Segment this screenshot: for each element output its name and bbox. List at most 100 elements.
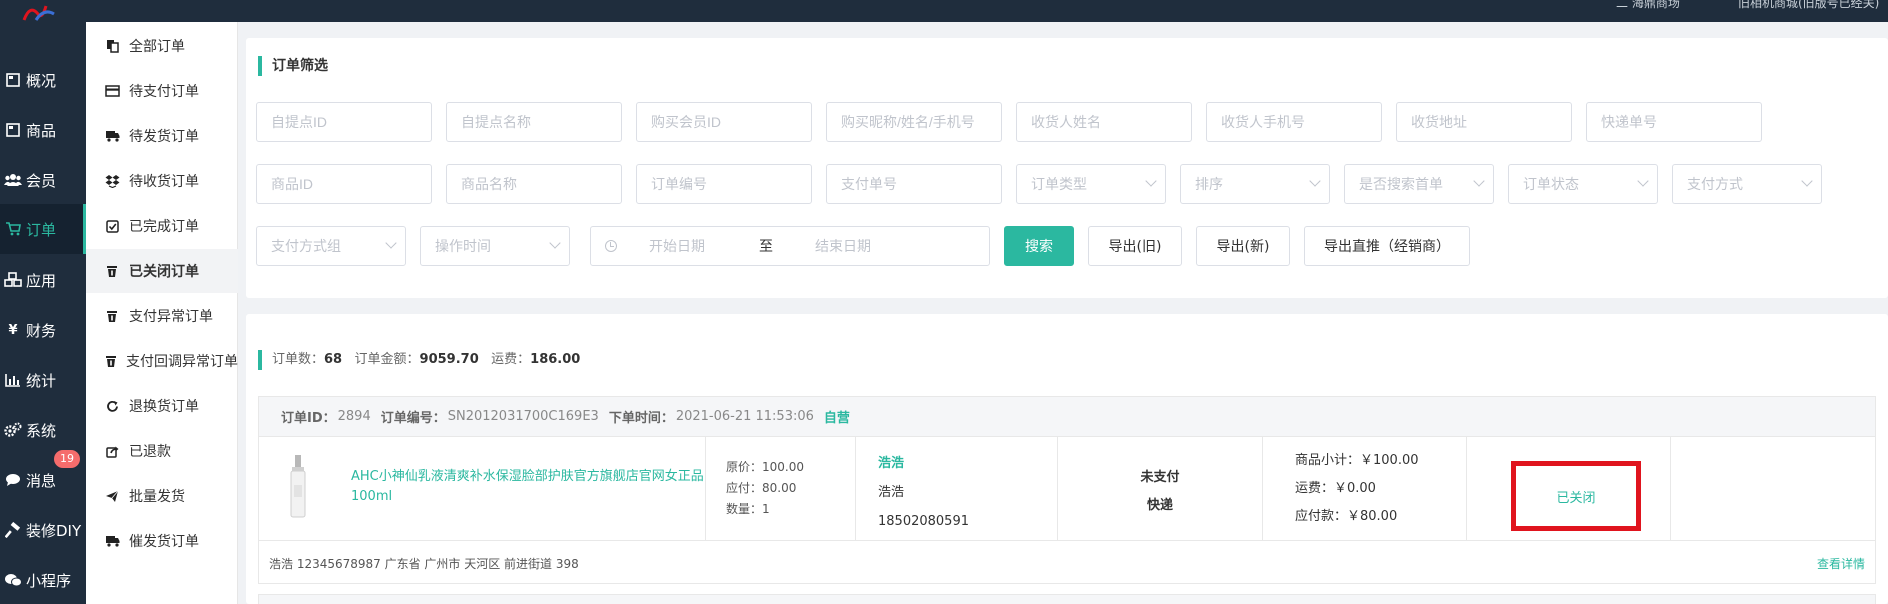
submenu-label: 已关闭订单 <box>129 264 199 280</box>
nav-item-miniprogram[interactable]: 小程序 <box>0 556 86 604</box>
goods-icon <box>2 121 24 139</box>
check-square-icon <box>104 218 120 234</box>
nav-item-finance[interactable]: ¥ 财务 <box>0 306 86 354</box>
submenu-pending-payment[interactable]: 待支付订单 <box>86 69 238 113</box>
freight-total: 186.00 <box>530 352 581 367</box>
export-old-button[interactable]: 导出(旧) <box>1088 226 1182 266</box>
nav-item-label: 消息 <box>26 471 57 490</box>
date-end-input[interactable]: 结束日期 <box>815 236 871 256</box>
delivery-method: 快递 <box>1146 498 1173 513</box>
dashboard-icon <box>2 71 24 89</box>
nav-item-members[interactable]: 会员 <box>0 156 86 204</box>
apps-icon <box>2 271 24 289</box>
tracking-number-input[interactable]: 快递单号 <box>1586 102 1762 142</box>
select-value: 支付方式 <box>1687 176 1743 192</box>
submenu-closed-orders[interactable]: 已关闭订单 <box>86 249 238 293</box>
payment-sn-input[interactable]: 支付单号 <box>826 164 1002 204</box>
submenu-completed[interactable]: 已完成订单 <box>86 204 238 248</box>
price-cell: 原价：100.00 应付：80.00 数量：1 <box>706 437 856 541</box>
first-order-select[interactable]: 是否搜索首单 <box>1344 164 1494 204</box>
buyer-cell: 浩浩 浩浩 18502080591 <box>856 437 1058 541</box>
buyer-nickname-link[interactable]: 浩浩 <box>878 449 969 478</box>
order-status-select[interactable]: 订单状态 <box>1508 164 1658 204</box>
receiver-address-input[interactable]: 收货地址 <box>1396 102 1572 142</box>
view-details-link[interactable]: 查看详情 <box>1817 555 1865 572</box>
chevron-down-icon <box>385 237 397 249</box>
amount-due: 应付款：￥80.00 <box>1295 509 1398 524</box>
submenu-label: 待发货订单 <box>129 129 199 145</box>
sort-select[interactable]: 排序 <box>1180 164 1330 204</box>
submenu-label: 催发货订单 <box>129 534 199 550</box>
submenu-all-orders[interactable]: 全部订单 <box>86 24 238 68</box>
freight-label: 运费： <box>491 352 531 367</box>
submenu-batch-shipping[interactable]: 批量发货 <box>86 474 238 518</box>
status-cell: 已关闭 <box>1467 437 1671 541</box>
submenu-label: 已完成订单 <box>129 219 199 235</box>
order-time: 2021-06-21 11:53:06 <box>675 409 814 424</box>
top-bar-shop-link[interactable]: 二 海鼎商场 <box>1616 0 1680 11</box>
date-separator: 至 <box>759 238 773 254</box>
goods-subtotal: 商品小计：￥100.00 <box>1295 453 1419 468</box>
search-button[interactable]: 搜索 <box>1004 226 1074 266</box>
nav-item-diy[interactable]: 装修DIY <box>0 506 86 554</box>
cart-icon <box>2 220 24 238</box>
nav-item-stats[interactable]: 统计 <box>0 356 86 404</box>
submenu-payment-exception[interactable]: 支付异常订单 <box>86 294 238 338</box>
submenu-callback-exception[interactable]: 支付回调异常订单 <box>86 339 238 383</box>
buyer-nickname-input[interactable]: 购买昵称/姓名/手机号 <box>826 102 1002 142</box>
submenu-returns[interactable]: 退换货订单 <box>86 384 238 428</box>
submenu-pending-shipment[interactable]: 待发货订单 <box>86 114 238 158</box>
select-value: 订单状态 <box>1523 176 1579 192</box>
nav-item-orders[interactable]: 订单 <box>0 204 86 254</box>
chevron-down-icon <box>1309 175 1321 187</box>
receiver-name-input[interactable]: 收货人姓名 <box>1016 102 1192 142</box>
select-value: 订单类型 <box>1031 176 1087 192</box>
date-start-input[interactable]: 开始日期 <box>649 236 759 256</box>
submenu-urge-shipment[interactable]: 催发货订单 <box>86 519 238 563</box>
export-direct-button[interactable]: 导出直推（经销商） <box>1304 226 1470 266</box>
goods-name-input[interactable]: 商品名称 <box>446 164 622 204</box>
copy-icon <box>104 38 120 54</box>
brand-logo[interactable] <box>16 0 62 22</box>
shipping-address: 浩浩 12345678987 广东省 广州市 天河区 前进街道 398 <box>269 556 579 571</box>
order-type-select[interactable]: 订单类型 <box>1016 164 1166 204</box>
payment-info: 未支付 快递 <box>1058 464 1262 520</box>
payment-method-select[interactable]: 支付方式 <box>1672 164 1822 204</box>
date-range-picker[interactable]: 开始日期 至 结束日期 <box>590 226 990 266</box>
order-card-body: AHC小神仙乳液清爽补水保湿脸部护肤官方旗舰店官网女正品100ml 原价：100… <box>259 437 1875 541</box>
nav-item-messages[interactable]: 消息 19 <box>0 450 86 504</box>
nav-item-label: 小程序 <box>26 571 72 590</box>
nav-item-label: 会员 <box>26 171 57 190</box>
export-new-button[interactable]: 导出(新) <box>1196 226 1290 266</box>
nav-item-label: 商品 <box>26 121 57 140</box>
trash-icon <box>104 263 120 279</box>
order-sn-input[interactable]: 订单编号 <box>636 164 812 204</box>
product-name-link[interactable]: AHC小神仙乳液清爽补水保湿脸部护肤官方旗舰店官网女正品100ml <box>351 467 711 507</box>
submenu-refunded[interactable]: 已退款 <box>86 429 238 473</box>
receiver-phone-input[interactable]: 收货人手机号 <box>1206 102 1382 142</box>
order-count: 68 <box>324 352 343 367</box>
pickup-id-input[interactable]: 自提点ID <box>256 102 432 142</box>
chevron-down-icon <box>1637 175 1649 187</box>
nav-item-overview[interactable]: 概况 <box>0 56 86 104</box>
nav-item-goods[interactable]: 商品 <box>0 106 86 154</box>
dropbox-icon <box>104 173 120 189</box>
nav-item-apps[interactable]: 应用 <box>0 256 86 304</box>
top-bar-account[interactable]: 旧相机商城(旧版号已经关) <box>1738 0 1879 11</box>
nav-item-system[interactable]: 系统 <box>0 406 86 454</box>
pickup-name-input[interactable]: 自提点名称 <box>446 102 622 142</box>
product-image[interactable] <box>287 455 309 519</box>
payment-group-select[interactable]: 支付方式组 <box>256 226 406 266</box>
product-cell: AHC小神仙乳液清爽补水保湿脸部护肤官方旗舰店官网女正品100ml <box>259 437 706 541</box>
amount-cell: 商品小计：￥100.00 运费：￥0.00 应付款：￥80.00 <box>1263 437 1467 541</box>
buyer-id-input[interactable]: 购买会员ID <box>636 102 812 142</box>
order-time-label: 下单时间： <box>608 411 674 426</box>
operation-time-select[interactable]: 操作时间 <box>420 226 570 266</box>
message-icon <box>2 471 24 489</box>
submenu-label: 待收货订单 <box>129 174 199 190</box>
stats-icon <box>2 371 24 389</box>
chevron-down-icon <box>1145 175 1157 187</box>
order-list-panel: 订单数：68 订单金额：9059.70 运费：186.00 订单ID： 2894 … <box>246 314 1888 604</box>
goods-id-input[interactable]: 商品ID <box>256 164 432 204</box>
submenu-pending-receipt[interactable]: 待收货订单 <box>86 159 238 203</box>
